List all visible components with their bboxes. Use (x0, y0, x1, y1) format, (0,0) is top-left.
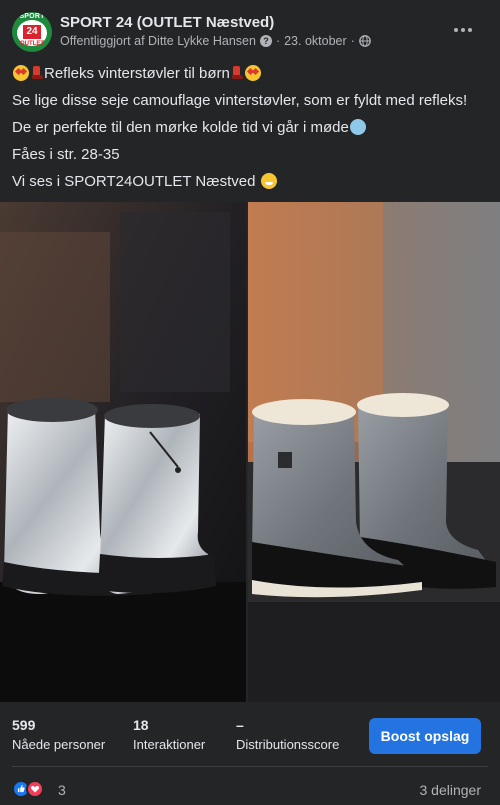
globe-icon (358, 35, 371, 47)
love-icon (26, 780, 44, 798)
post-header: SPORT 24 OUTLET SPORT 24 (OUTLET Næstved… (0, 0, 500, 58)
reflective-boots-image (0, 202, 246, 702)
grey-boots-image (248, 202, 500, 702)
distribution-value: – (236, 717, 244, 733)
photo-reflective-boots[interactable] (0, 202, 246, 702)
reaction-count[interactable]: 3 (58, 782, 66, 798)
reach-value: 599 (12, 717, 36, 733)
cold-face-emoji-icon (349, 119, 366, 135)
distribution-label: Distributionsscore (236, 737, 340, 752)
avatar-number: 24 (23, 25, 41, 39)
boost-post-button[interactable]: Boost opslag (369, 718, 481, 754)
post-footer: 3 3 delinger (0, 772, 500, 805)
reaction-icons[interactable] (12, 780, 52, 798)
meta-separator: · (275, 34, 281, 48)
text-line-1: Refleks vinterstøvler til børn (44, 65, 230, 82)
post-meta: Offentliggjort af Ditte Lykke Hansen ? ·… (60, 34, 371, 48)
reach-label: Nåede personer (12, 737, 106, 752)
more-options-button[interactable] (446, 18, 480, 42)
post-text-line-2: Se lige disse seje camouflage vinterstøv… (12, 87, 488, 114)
page-avatar[interactable]: SPORT 24 OUTLET (12, 12, 52, 52)
text-line-5: Vi ses i SPORT24OUTLET Næstved (12, 173, 256, 190)
post-insights: 599 Nåede personer 18 Interaktioner – Di… (0, 702, 500, 766)
interactions-value: 18 (133, 717, 149, 733)
published-by: Offentliggjort af Ditte Lykke Hansen (60, 34, 256, 48)
photo-grey-boots[interactable] (248, 202, 500, 702)
post-text: Refleks vinterstøvler til børn Se lige d… (12, 60, 488, 195)
post-date-link[interactable]: 23. oktober (284, 34, 347, 48)
post-text-line-1: Refleks vinterstøvler til børn (12, 60, 488, 87)
interactions-label: Interaktioner (133, 737, 206, 752)
post-text-line-3: De er perfekte til den mørke kolde tid v… (12, 114, 488, 141)
post-text-line-5: Vi ses i SPORT24OUTLET Næstved (12, 168, 488, 195)
text-line-4: Fåes i str. 28-35 (12, 146, 120, 163)
facebook-post: SPORT 24 OUTLET SPORT 24 (OUTLET Næstved… (0, 0, 500, 805)
question-icon[interactable]: ? (259, 35, 272, 47)
star-struck-emoji-icon-2 (244, 65, 261, 81)
avatar-top-text: SPORT (19, 13, 45, 20)
divider (12, 766, 488, 767)
interactions-stat[interactable]: 18 Interaktioner (133, 716, 205, 754)
boot-emoji-icon (31, 66, 43, 80)
grinning-emoji-icon (260, 173, 277, 189)
reach-stat[interactable]: 599 Nåede personer (12, 716, 105, 754)
shares-count[interactable]: 3 delinger (420, 782, 482, 798)
meta-separator-2: · (350, 34, 355, 48)
avatar-bottom-text: OUTLET (20, 41, 44, 47)
star-struck-emoji-icon (13, 65, 29, 81)
page-name-link[interactable]: SPORT 24 (OUTLET Næstved) (60, 14, 274, 31)
distribution-stat[interactable]: – Distributionsscore (236, 716, 339, 754)
text-line-3: De er perfekte til den mørke kolde tid v… (12, 119, 349, 136)
text-line-2: Se lige disse seje camouflage vinterstøv… (12, 92, 468, 109)
post-text-line-4: Fåes i str. 28-35 (12, 141, 488, 168)
more-icon (454, 28, 458, 32)
boot-emoji-icon-2 (231, 66, 243, 80)
